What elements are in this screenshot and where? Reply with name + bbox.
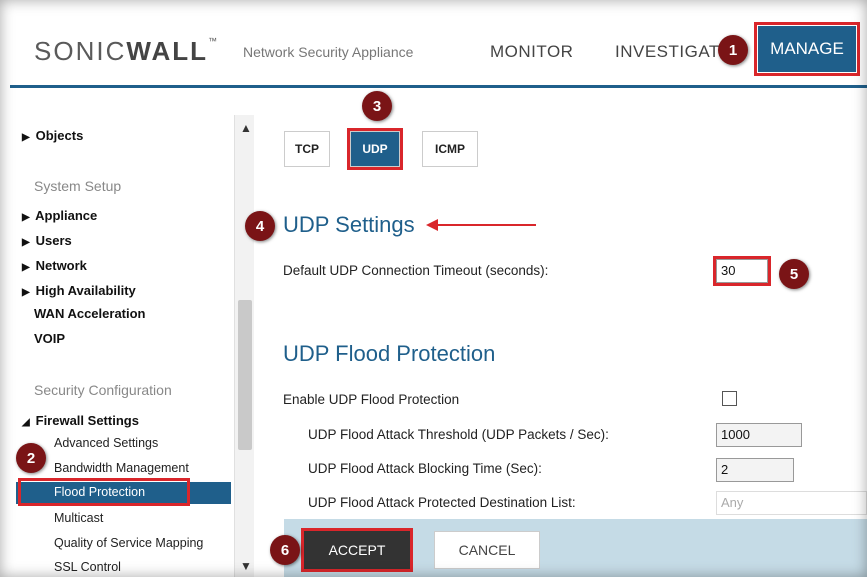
step-badge-2: 2 (16, 443, 46, 473)
expand-triangle-icon: ▶ (22, 132, 30, 143)
cancel-button[interactable]: CANCEL (434, 531, 540, 569)
blocking-time-input[interactable]: 2 (716, 458, 794, 482)
blocking-time-label: UDP Flood Attack Blocking Time (Sec): (308, 461, 542, 476)
step-badge-3: 3 (362, 91, 392, 121)
nav-manage[interactable]: MANAGE (754, 22, 860, 76)
sidebar-item-network[interactable]: ▶ Network (22, 258, 87, 273)
threshold-label: UDP Flood Attack Threshold (UDP Packets … (308, 427, 609, 442)
expand-triangle-icon: ▶ (22, 287, 30, 298)
sidebar-item-appliance[interactable]: ▶ Appliance (22, 208, 97, 223)
sidebar-item-wan-acceleration[interactable]: WAN Acceleration (34, 306, 146, 321)
step-badge-6: 6 (270, 535, 300, 565)
sidebar-item-users[interactable]: ▶ Users (22, 233, 72, 248)
sidebar-sub-advanced-settings[interactable]: Advanced Settings (54, 436, 158, 450)
sidebar-sub-bandwidth-management[interactable]: Bandwidth Management (54, 461, 189, 475)
sidebar-item-objects[interactable]: ▶ Objects (22, 128, 83, 143)
scroll-up-icon[interactable]: ▲ (240, 121, 252, 135)
tab-tcp[interactable]: TCP (284, 131, 330, 167)
scroll-thumb[interactable] (238, 300, 252, 450)
threshold-input[interactable]: 1000 (716, 423, 802, 447)
arrow-line (436, 224, 536, 226)
sidebar-item-firewall-settings[interactable]: ◢ Firewall Settings (22, 413, 139, 428)
tab-icmp[interactable]: ICMP (422, 131, 478, 167)
expand-triangle-icon: ▶ (22, 262, 30, 273)
sidebar-item-high-availability[interactable]: ▶ High Availability (22, 283, 136, 298)
step-badge-4: 4 (245, 211, 275, 241)
sidebar-scrollbar[interactable]: ▲ ▼ (234, 115, 254, 577)
dest-list-select[interactable]: Any (716, 491, 867, 515)
udp-flood-title: UDP Flood Protection (283, 341, 496, 366)
tab-udp[interactable]: UDP (347, 128, 403, 170)
scroll-down-icon[interactable]: ▼ (240, 559, 252, 573)
sidebar-sub-qos-mapping[interactable]: Quality of Service Mapping (54, 536, 203, 550)
collapse-triangle-icon: ◢ (22, 417, 30, 428)
sidebar: ▶ Objects System Setup ▶ Appliance ▶ Use… (10, 115, 254, 577)
dest-list-label: UDP Flood Attack Protected Destination L… (308, 495, 576, 510)
nav-monitor[interactable]: MONITOR (490, 42, 573, 62)
section-security-configuration: Security Configuration (34, 382, 172, 398)
enable-flood-checkbox[interactable] (722, 391, 737, 406)
enable-flood-label: Enable UDP Flood Protection (283, 392, 460, 407)
sidebar-item-voip[interactable]: VOIP (34, 331, 65, 346)
highlight-flood-protection (18, 478, 190, 506)
sidebar-sub-ssl-control[interactable]: SSL Control (54, 560, 121, 574)
udp-settings-title: UDP Settings (283, 212, 415, 237)
main-content: TCP UDP ICMP UDP Settings Default UDP Co… (254, 91, 867, 577)
product-name: Network Security Appliance (243, 44, 414, 60)
section-system-setup: System Setup (34, 178, 122, 194)
timeout-input[interactable]: 30 (713, 256, 771, 286)
nav-investigate[interactable]: INVESTIGATE (615, 42, 735, 62)
sidebar-sub-multicast[interactable]: Multicast (54, 511, 103, 525)
expand-triangle-icon: ▶ (22, 237, 30, 248)
step-badge-5: 5 (779, 259, 809, 289)
accept-button[interactable]: ACCEPT (301, 528, 413, 572)
timeout-label: Default UDP Connection Timeout (seconds)… (283, 263, 549, 278)
sonicwall-logo: SONICWALL™ (34, 36, 219, 66)
expand-triangle-icon: ▶ (22, 212, 30, 223)
action-bar: ACCEPT CANCEL (284, 519, 867, 577)
step-badge-1: 1 (718, 35, 748, 65)
